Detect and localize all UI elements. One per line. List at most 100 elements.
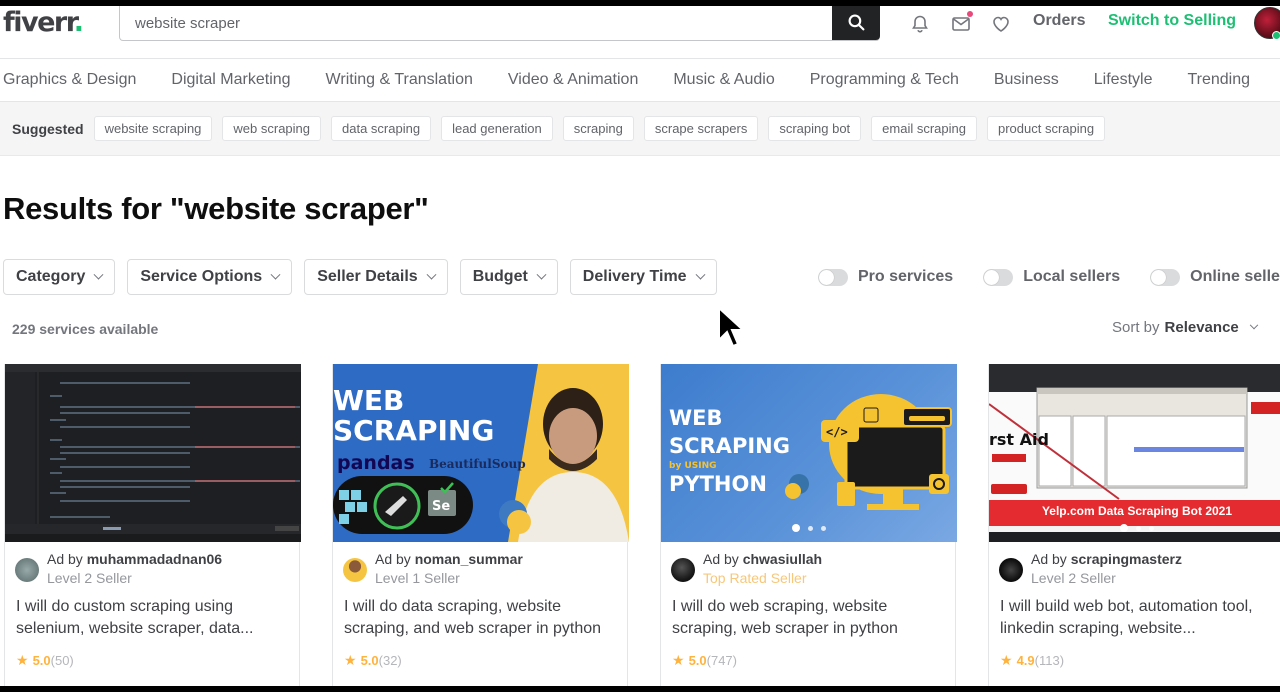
toggle-knob bbox=[819, 269, 834, 285]
category-link[interactable]: Music & Audio bbox=[673, 71, 774, 89]
orders-link[interactable]: Orders bbox=[1033, 12, 1085, 30]
gig-rating: ★ 5.0 (747) bbox=[672, 652, 737, 669]
carousel-dots[interactable] bbox=[1116, 524, 1158, 532]
seller-avatar[interactable] bbox=[15, 558, 39, 582]
category-link[interactable]: Video & Animation bbox=[508, 71, 638, 89]
gig-title[interactable]: I will build web bot, automation tool, l… bbox=[1000, 596, 1275, 640]
ad-by-line: Ad by muhammadadnan06 bbox=[47, 550, 222, 569]
gig-title[interactable]: I will do web scraping, website scraping… bbox=[672, 596, 947, 640]
switch-to-selling-link[interactable]: Switch to Selling bbox=[1108, 12, 1236, 30]
suggested-chip[interactable]: product scraping bbox=[987, 116, 1106, 141]
seller-name[interactable]: muhammadadnan06 bbox=[87, 551, 222, 567]
star-icon: ★ bbox=[344, 652, 357, 668]
suggested-chip[interactable]: data scraping bbox=[331, 116, 432, 141]
seller-level: Level 1 Seller bbox=[375, 570, 460, 586]
carousel-dot[interactable] bbox=[1136, 525, 1141, 531]
seller-info: Ad by scrapingmasterz Level 2 Seller bbox=[999, 550, 1182, 588]
filter-delivery-time[interactable]: Delivery Time bbox=[569, 259, 717, 295]
favorites-button[interactable] bbox=[989, 12, 1013, 36]
sort-label: Sort by bbox=[1112, 319, 1160, 336]
gig-thumbnail[interactable]: Se WEB SCRAPING pandas BeautifulSoup bbox=[333, 364, 629, 542]
messages-button[interactable] bbox=[949, 11, 973, 36]
review-count: (747) bbox=[706, 653, 737, 668]
chevron-down-icon bbox=[1249, 320, 1258, 329]
seller-avatar[interactable] bbox=[343, 558, 367, 582]
services-count: 229 services available bbox=[12, 321, 159, 337]
chevron-down-icon bbox=[426, 269, 437, 280]
gig-card[interactable]: Ad by muhammadadnan06 Level 2 Seller I w… bbox=[4, 364, 301, 686]
seller-name[interactable]: noman_summar bbox=[415, 551, 523, 567]
seller-avatar[interactable] bbox=[671, 558, 695, 582]
suggested-chip[interactable]: web scraping bbox=[222, 116, 322, 141]
fiverr-logo[interactable]: fiverr. bbox=[3, 7, 84, 38]
filter-label: Seller Details bbox=[317, 268, 418, 285]
carousel-dot[interactable] bbox=[808, 525, 813, 531]
toggle-local-sellers[interactable]: Local sellers bbox=[983, 268, 1120, 286]
page: fiverr. Orders Switch to Selling Graphic… bbox=[0, 6, 1280, 686]
filter-seller-details[interactable]: Seller Details bbox=[304, 259, 448, 295]
gig-rating: ★ 4.9 (113) bbox=[1000, 652, 1064, 669]
suggested-label: Suggested bbox=[12, 120, 84, 137]
ad-prefix: Ad by bbox=[703, 551, 739, 567]
seller-level: Level 2 Seller bbox=[1031, 570, 1116, 586]
carousel-dot[interactable] bbox=[1149, 525, 1154, 531]
star-icon: ★ bbox=[16, 652, 29, 668]
gig-grid: Ad by muhammadadnan06 Level 2 Seller I w… bbox=[4, 364, 1280, 686]
gig-title[interactable]: I will do custom scraping using selenium… bbox=[16, 596, 291, 640]
review-count: (113) bbox=[1034, 653, 1065, 668]
toggle-pro-services[interactable]: Pro services bbox=[818, 268, 953, 286]
carousel-dot[interactable] bbox=[792, 524, 800, 532]
suggested-chip[interactable]: scraping bot bbox=[768, 116, 862, 141]
gig-thumbnail[interactable] bbox=[5, 364, 301, 542]
filter-label: Delivery Time bbox=[582, 268, 687, 285]
toggle-label: Pro services bbox=[858, 268, 954, 285]
suggested-chip[interactable]: scraping bbox=[562, 116, 634, 141]
category-link[interactable]: Trending bbox=[1187, 71, 1250, 89]
toggle-online-sellers[interactable]: Online sellers bbox=[1150, 268, 1280, 286]
category-link[interactable]: Business bbox=[994, 71, 1059, 89]
gig-card[interactable]: Se WEB SCRAPING pandas BeautifulSoup Ad b… bbox=[332, 364, 629, 686]
rating-score: 4.9 bbox=[1016, 653, 1035, 668]
suggested-chip[interactable]: scrape scrapers bbox=[643, 116, 759, 141]
toggle-knob bbox=[1151, 269, 1167, 285]
gig-title[interactable]: I will do data scraping, website scrapin… bbox=[344, 596, 619, 640]
svg-text:Se: Se bbox=[432, 499, 450, 514]
carousel-dot[interactable] bbox=[1120, 524, 1128, 532]
filter-label: Service Options bbox=[140, 268, 263, 285]
seller-name[interactable]: scrapingmasterz bbox=[1071, 551, 1182, 567]
suggested-chip[interactable]: email scraping bbox=[871, 116, 977, 141]
gig-card[interactable]: rst Aid Yelp.com Data Scraping Bot 2021 … bbox=[988, 364, 1280, 686]
thumb-python-text: PYTHON bbox=[669, 472, 767, 496]
unread-badge bbox=[967, 11, 973, 17]
carousel-dots[interactable] bbox=[788, 524, 830, 532]
suggested-chip[interactable]: lead generation bbox=[441, 116, 553, 141]
sort-dropdown[interactable]: Sort by Relevance bbox=[1112, 319, 1258, 336]
chevron-down-icon bbox=[536, 269, 547, 280]
category-link[interactable]: Writing & Translation bbox=[326, 71, 473, 89]
carousel-dot[interactable] bbox=[821, 525, 826, 531]
user-avatar[interactable] bbox=[1254, 7, 1280, 40]
seller-name[interactable]: chwasiullah bbox=[743, 551, 822, 567]
gig-thumbnail[interactable]: </> WEB SCRAPING by USING PYTHON bbox=[661, 364, 957, 542]
suggested-chip[interactable]: website scraping bbox=[93, 116, 213, 141]
gig-thumbnail[interactable]: rst Aid Yelp.com Data Scraping Bot 2021 bbox=[989, 364, 1280, 542]
search-input[interactable] bbox=[120, 6, 832, 40]
mail-icon bbox=[952, 17, 970, 31]
thumb-subtitle: by USING bbox=[669, 461, 717, 471]
thumb-line: SCRAPING bbox=[669, 434, 790, 458]
filter-category[interactable]: Category bbox=[3, 259, 116, 295]
notifications-button[interactable] bbox=[908, 12, 932, 36]
gig-card[interactable]: </> WEB SCRAPING by USING PYTHON Ad by c… bbox=[660, 364, 957, 686]
category-link[interactable]: Programming & Tech bbox=[810, 71, 959, 89]
filter-service-options[interactable]: Service Options bbox=[127, 259, 293, 295]
category-link[interactable]: Lifestyle bbox=[1094, 71, 1153, 89]
category-link[interactable]: Digital Marketing bbox=[171, 71, 290, 89]
filter-budget[interactable]: Budget bbox=[459, 259, 558, 295]
category-link[interactable]: Graphics & Design bbox=[3, 71, 136, 89]
seller-avatar[interactable] bbox=[999, 558, 1023, 582]
toggle-switch[interactable] bbox=[1150, 268, 1181, 286]
category-nav: Graphics & Design Digital Marketing Writ… bbox=[0, 58, 1280, 102]
toggle-switch[interactable] bbox=[983, 268, 1014, 286]
search-button[interactable] bbox=[832, 6, 880, 40]
toggle-switch[interactable] bbox=[818, 268, 848, 286]
